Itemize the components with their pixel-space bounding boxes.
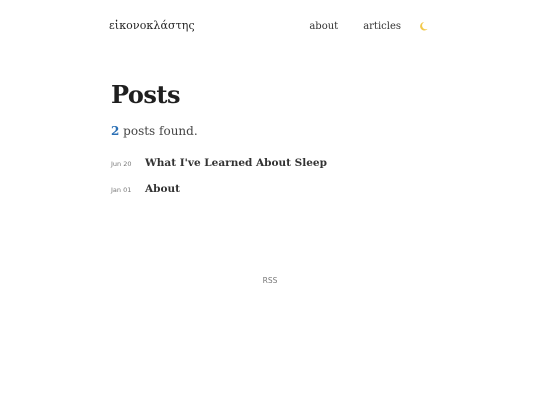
post-date: Jan 01 — [111, 186, 132, 194]
post-date: Jun 20 — [111, 160, 132, 168]
site-footer: RSS — [0, 268, 540, 287]
main-content: Posts 2 posts found. Jun 20 What I've Le… — [111, 80, 441, 209]
posts-count-suffix: posts found. — [119, 124, 198, 138]
nav-item-articles[interactable]: articles — [363, 21, 401, 32]
nav-item-about[interactable]: about — [309, 21, 338, 32]
post-link[interactable]: About — [145, 183, 180, 195]
site-header: εἰκονοκλάστης about articles — [0, 0, 540, 54]
rss-link[interactable]: RSS — [263, 276, 278, 285]
theme-toggle-button[interactable] — [419, 20, 431, 32]
moon-icon — [420, 22, 428, 31]
main-nav: about articles — [309, 20, 431, 32]
posts-count-line: 2 posts found. — [111, 123, 441, 139]
site-title-link[interactable]: εἰκονοκλάστης — [109, 19, 195, 32]
list-item: Jun 20 What I've Learned About Sleep — [111, 157, 441, 183]
page-title: Posts — [111, 80, 181, 109]
post-link[interactable]: What I've Learned About Sleep — [145, 157, 327, 169]
post-list: Jun 20 What I've Learned About Sleep Jan… — [111, 157, 441, 209]
list-item: Jan 01 About — [111, 183, 441, 209]
